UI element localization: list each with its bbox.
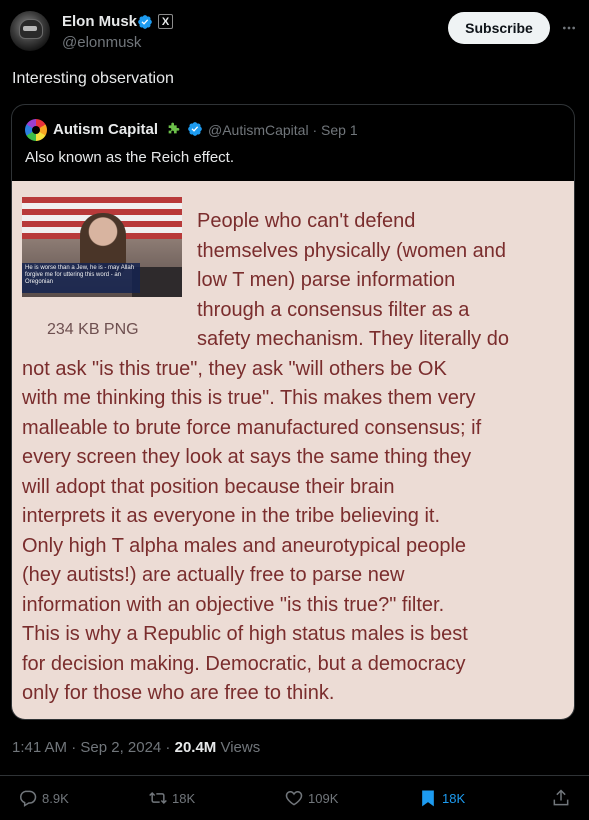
image-text-line: for decision making. Democratic, but a d…: [22, 653, 466, 675]
tweet: Elon Musk X @elonmusk Subscribe Interest…: [0, 0, 589, 820]
puzzle-piece-icon: [168, 122, 180, 134]
share-button[interactable]: [551, 787, 575, 809]
image-text-line: low T men) parse information: [197, 269, 456, 291]
reply-button[interactable]: 8.9K: [18, 787, 69, 809]
quoted-handle-date[interactable]: @AutismCapital · Sep 1: [208, 122, 358, 138]
image-text-line: (hey autists!) are actually free to pars…: [22, 564, 405, 586]
divider: [0, 775, 589, 776]
image-text-line: through a consensus filter as a: [197, 299, 470, 321]
image-text-line: only for those who are free to think.: [22, 682, 335, 704]
views-count: 20.4M: [174, 739, 217, 756]
more-horizontal-icon[interactable]: [561, 20, 577, 36]
quoted-verified-badge-icon: [188, 122, 202, 136]
image-text-line: every screen they look at says the same …: [22, 446, 472, 468]
image-text-line: information with an objective "is this t…: [22, 594, 445, 616]
quoted-tweet[interactable]: Autism Capital @AutismCapital · Sep 1 Al…: [11, 104, 575, 720]
like-button[interactable]: 109K: [284, 787, 338, 809]
quoted-avatar[interactable]: [25, 119, 47, 141]
image-text-line: interprets it as everyone in the tribe b…: [22, 505, 440, 527]
views-label: Views: [216, 739, 261, 756]
quoted-text: Also known as the Reich effect.: [25, 149, 235, 166]
subscribe-button[interactable]: Subscribe: [448, 12, 550, 44]
heart-icon: [285, 790, 303, 806]
quoted-image[interactable]: He is worse than a Jew, he is - may Alla…: [12, 181, 574, 719]
image-text-line: not ask "is this true", they ask "will o…: [22, 358, 447, 380]
bookmark-icon: [422, 790, 434, 807]
verified-badge-icon: [138, 15, 152, 29]
tweet-timestamp[interactable]: 1:41 AM · Sep 2, 2024 ·: [12, 739, 175, 756]
x-affiliate-badge-icon: X: [158, 14, 173, 29]
image-text-line: This is why a Republic of high status ma…: [22, 623, 468, 645]
image-text-line: themselves physically (women and: [197, 240, 507, 262]
image-text-line: with me thinking this is true". This mak…: [22, 387, 476, 409]
bookmark-count: 18K: [442, 790, 466, 806]
repost-count: 18K: [172, 790, 196, 806]
image-text-line: safety mechanism. They literally do: [197, 328, 509, 350]
share-icon: [553, 789, 569, 806]
tweet-text: Interesting observation: [12, 70, 174, 87]
bookmark-button[interactable]: 18K: [418, 787, 465, 809]
quoted-author-name[interactable]: Autism Capital: [53, 121, 158, 138]
like-count: 109K: [308, 790, 339, 806]
image-text-line: Only high T alpha males and aneurotypica…: [22, 535, 467, 557]
repost-icon: [149, 791, 167, 805]
reply-icon: [20, 790, 37, 807]
tweet-meta: 1:41 AM · Sep 2, 2024 · 20.4M Views: [12, 739, 260, 756]
repost-button[interactable]: 18K: [148, 787, 195, 809]
image-text-line: malleable to brute force manufactured co…: [22, 417, 482, 439]
helmet-visor: [23, 26, 37, 31]
image-text-line: will adopt that position because their b…: [22, 476, 395, 498]
reply-count: 8.9K: [42, 790, 69, 806]
image-quote-text: People who can't defend themselves physi…: [12, 181, 574, 719]
author-handle[interactable]: @elonmusk: [62, 34, 141, 51]
author-avatar[interactable]: [10, 11, 50, 51]
image-text-line: People who can't defend: [197, 210, 416, 232]
author-name[interactable]: Elon Musk: [62, 13, 137, 30]
